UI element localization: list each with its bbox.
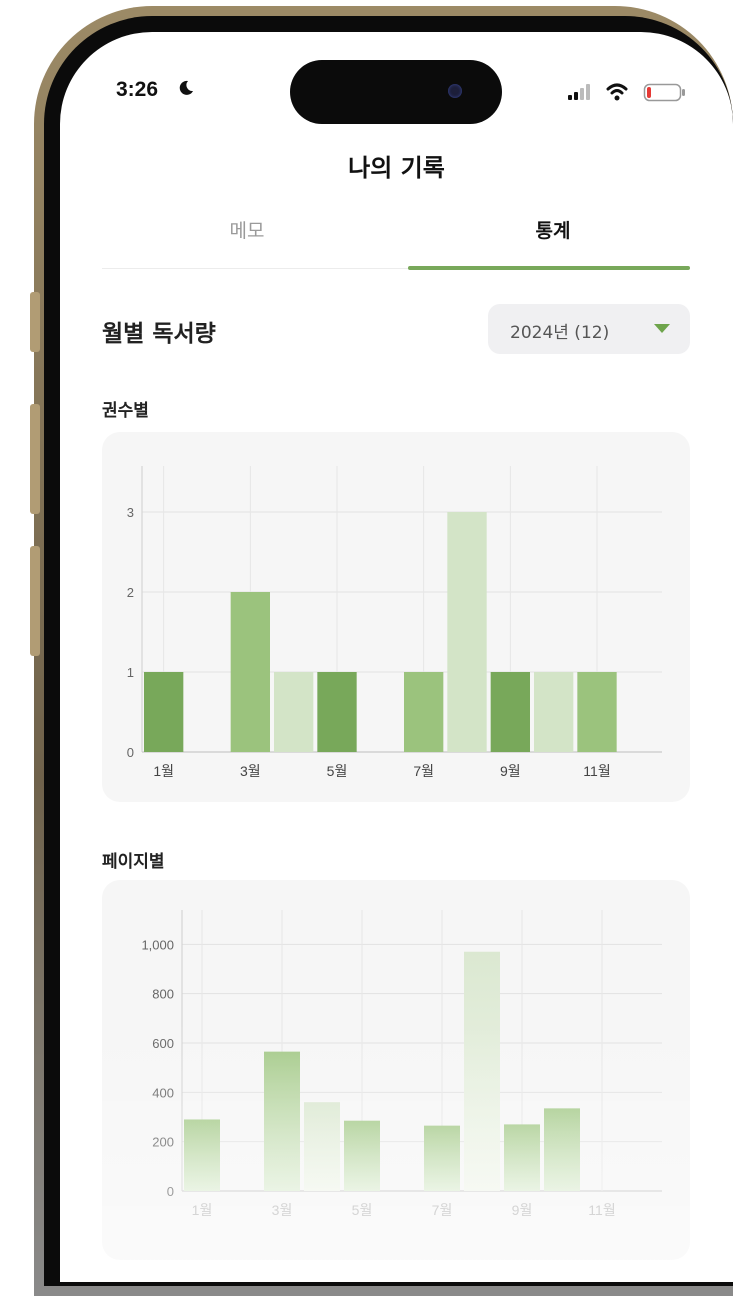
bar-4월 (274, 672, 314, 752)
y-tick-label: 2 (127, 585, 134, 600)
x-tick-label: 5월 (327, 763, 348, 779)
year-select-value: 2024년 (12) (510, 323, 610, 343)
x-tick-label: 9월 (500, 763, 521, 779)
pages-chart-title: 페이지별 (102, 852, 165, 872)
volume-down-button (30, 546, 40, 656)
x-tick-label: 1월 (192, 1202, 213, 1218)
caret-down-icon (654, 324, 670, 333)
y-tick-label: 1,000 (141, 937, 174, 952)
volume-up-button (30, 404, 40, 514)
y-tick-label: 200 (152, 1135, 174, 1150)
bar-10월 (534, 672, 574, 752)
bar-5월 (344, 1120, 380, 1191)
pages-chart: 0 200 400 600 800 1,000 1월 3월 5월 7월 9월 11월 (141, 910, 662, 1218)
battery-icon (643, 83, 685, 102)
x-tick-label: 3월 (272, 1202, 293, 1218)
books-chart: 0 1 2 3 1월 3월 5월 7월 9월 11월 (127, 466, 662, 779)
x-tick-label: 11월 (583, 763, 610, 779)
x-tick-label: 3월 (240, 763, 261, 779)
bar-5월 (317, 672, 357, 752)
status-time: 3:26 (116, 78, 159, 101)
bar-9월 (504, 1124, 540, 1191)
signal-icon (568, 84, 590, 100)
bar-7월 (404, 672, 444, 752)
bar-1월 (144, 672, 184, 752)
bar-1월 (184, 1119, 220, 1191)
x-tick-label: 5월 (352, 1202, 373, 1218)
x-tick-label: 11월 (588, 1202, 615, 1218)
section-title: 월별 독서량 (102, 321, 216, 347)
page-title: 나의 기록 (348, 154, 445, 182)
bar-3월 (230, 592, 270, 752)
status-icons (568, 83, 685, 102)
y-tick-label: 800 (152, 987, 174, 1002)
bar-3월 (264, 1051, 300, 1191)
x-tick-label: 9월 (512, 1202, 533, 1218)
x-tick-label: 7월 (432, 1202, 453, 1218)
bar-11월 (577, 672, 617, 752)
x-tick-label: 1월 (153, 763, 174, 779)
bar-7월 (424, 1125, 460, 1191)
y-tick-label: 600 (152, 1036, 174, 1051)
mute-switch (30, 292, 40, 352)
bar-10월 (544, 1108, 580, 1191)
dynamic-island (290, 60, 502, 124)
y-tick-label: 3 (127, 505, 134, 520)
pages-chart-card: 0 200 400 600 800 1,000 1월 3월 5월 7월 9월 11월 (102, 880, 690, 1260)
bar-4월 (304, 1102, 340, 1191)
y-tick-label: 400 (152, 1085, 174, 1100)
year-select[interactable]: 2024년 (12) (488, 304, 690, 354)
books-chart-title: 권수별 (102, 401, 149, 421)
x-tick-label: 7월 (413, 763, 434, 779)
moon-icon (179, 80, 193, 95)
tab-active-indicator (408, 266, 690, 270)
app-screen: 3:26 나의 기록 메모 통계 월별 독서량 2024년 (12) 권수별 0… (60, 32, 733, 1282)
books-chart-card: 0 1 2 3 1월 3월 5월 7월 9월 11월 (102, 432, 690, 802)
tab-memo[interactable]: 메모 (102, 216, 392, 243)
tab-stats[interactable]: 통계 (408, 216, 698, 243)
y-tick-label: 1 (127, 665, 134, 680)
wifi-icon (606, 83, 628, 101)
bar-8월 (464, 951, 500, 1191)
bar-8월 (447, 512, 487, 752)
bar-9월 (490, 672, 530, 752)
y-tick-label: 0 (167, 1184, 174, 1199)
camera-icon (448, 84, 462, 98)
y-tick-label: 0 (127, 745, 134, 760)
